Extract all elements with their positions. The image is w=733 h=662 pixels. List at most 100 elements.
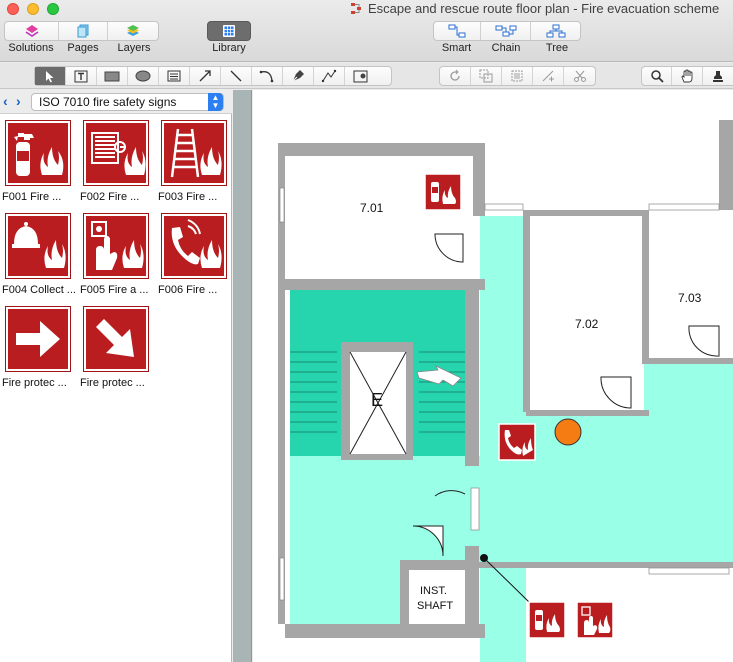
rotate-tool[interactable] (440, 67, 471, 85)
library-item-f003[interactable]: F003 Fire ... (158, 120, 236, 211)
freehand-tool[interactable] (314, 67, 345, 85)
library-item-f005[interactable]: F005 Fire a ... (80, 213, 158, 304)
library-item-f002[interactable]: F002 Fire ... (80, 120, 158, 211)
pen-nib-icon (292, 70, 304, 82)
library-button[interactable] (207, 21, 251, 41)
stamp-icon (712, 71, 723, 82)
pen-tool[interactable] (283, 67, 314, 85)
library-item-f001[interactable]: F001 Fire ... (2, 120, 80, 211)
shaft-label-line-2: SHAFT (417, 600, 453, 612)
app-window: Escape and rescue route floor plan - Fir… (0, 0, 733, 662)
library-forward-arrow-icon[interactable]: › (16, 93, 21, 109)
container-tool[interactable] (159, 67, 190, 85)
shaft-label-line-1: INST. (420, 585, 447, 597)
connector-mode-segmented-control (433, 21, 581, 41)
freehand-polyline-icon (321, 69, 337, 83)
solutions-button[interactable] (5, 22, 59, 40)
pan-tool[interactable] (672, 67, 703, 85)
close-window-button[interactable] (7, 3, 19, 15)
arrow-line-icon (199, 70, 211, 82)
tree-label: Tree (545, 42, 569, 54)
room-7-03 (649, 120, 719, 358)
library-item-f006[interactable]: F006 Fire ... (158, 213, 236, 304)
container-icon (167, 70, 181, 82)
arc-curve-icon (259, 70, 274, 83)
ungroup-tool[interactable] (502, 67, 533, 85)
layers-button[interactable] (108, 22, 158, 40)
zoom-window-button[interactable] (47, 3, 59, 15)
library-item-caption: F001 Fire ... (2, 191, 62, 203)
group-tool[interactable] (471, 67, 502, 85)
chain-connector-button[interactable] (481, 22, 531, 40)
orange-marker[interactable] (554, 418, 582, 446)
select-chevron-icon: ▲ ▼ (208, 93, 223, 111)
stair-letter: E (371, 390, 383, 410)
tree-connector-icon (546, 24, 565, 38)
fire-alarm-call-point-sign-icon (83, 213, 149, 279)
image-frame-icon (353, 70, 367, 82)
ellipse-tool[interactable] (128, 67, 159, 85)
line-tool[interactable] (221, 67, 252, 85)
placed-fire-extinguisher-sign[interactable] (424, 173, 462, 211)
placed-fire-telephone-sign[interactable] (498, 423, 536, 461)
rectangle-tool[interactable] (97, 67, 128, 85)
insert-image-tool[interactable] (345, 67, 376, 85)
library-item-f004[interactable]: F004 Collect ... (2, 213, 80, 304)
select-pointer-tool[interactable] (35, 67, 66, 85)
library-item-caption: F004 Collect ... (2, 284, 76, 296)
format-painter-tool[interactable] (703, 67, 733, 85)
zoom-tool[interactable] (642, 67, 673, 85)
callout-fire-alarm-sign[interactable] (576, 601, 614, 639)
minimize-window-button[interactable] (27, 3, 39, 15)
library-select-value: ISO 7010 fire safety signs (39, 95, 177, 109)
shape-operations-group (439, 66, 596, 86)
room-label-7-02: 7.02 (575, 317, 599, 331)
room-label-7-01: 7.01 (360, 201, 384, 215)
fire-ladder-sign-icon (161, 120, 227, 186)
drawing-canvas[interactable]: E 7.01 7.02 7.03 INST. SHAFT (253, 90, 733, 662)
library-item-direction-diagonal[interactable]: Fire protec ... (80, 306, 158, 397)
view-panels-segmented-control (4, 21, 159, 41)
fire-equipment-collection-sign-icon (5, 213, 71, 279)
fire-emergency-telephone-sign-icon (161, 213, 227, 279)
solutions-icon (25, 25, 38, 37)
title-bar: Escape and rescue route floor plan - Fir… (0, 0, 733, 62)
library-select[interactable]: ISO 7010 fire safety signs ▲ ▼ (31, 93, 224, 111)
straight-line-icon (230, 70, 242, 82)
library-item-caption: F005 Fire a ... (80, 284, 149, 296)
arc-tool[interactable] (252, 67, 283, 85)
library-item-caption: Fire protec ... (2, 377, 67, 389)
callout-dot (480, 554, 488, 562)
floor-plan-drawing: E 7.01 7.02 7.03 INST. SHAFT (278, 120, 733, 662)
library-item-caption: F003 Fire ... (158, 191, 218, 203)
window-title: Escape and rescue route floor plan - Fir… (368, 1, 720, 16)
library-item-caption: F006 Fire ... (158, 284, 218, 296)
line-arrow-tool[interactable] (190, 67, 221, 85)
library-item-direction-right[interactable]: Fire protec ... (2, 306, 80, 397)
inst-shaft (409, 570, 465, 624)
delete-point-tool[interactable] (564, 67, 595, 85)
direction-arrow-right-sign-icon (5, 306, 71, 372)
library-back-arrow-icon[interactable]: ‹ (3, 93, 8, 109)
view-tools-group (641, 66, 733, 86)
escape-corridor-horizontal (290, 456, 733, 568)
pages-button[interactable] (59, 22, 108, 40)
callout-fire-extinguisher-sign[interactable] (528, 601, 566, 639)
rotate-icon (450, 69, 460, 81)
pages-label: Pages (67, 42, 99, 54)
smart-connector-button[interactable] (434, 22, 481, 40)
smart-connector-icon (448, 24, 466, 38)
rectangle-icon (104, 71, 120, 81)
panel-splitter[interactable] (233, 90, 252, 662)
text-tool[interactable] (66, 67, 97, 85)
library-header: ‹ › ISO 7010 fire safety signs ▲ ▼ (0, 90, 232, 114)
library-item-caption: Fire protec ... (80, 377, 145, 389)
library-panel: ‹ › ISO 7010 fire safety signs ▲ ▼ F001 … (0, 90, 232, 662)
library-label: Library (212, 42, 246, 54)
tree-connector-button[interactable] (531, 22, 580, 40)
group-icon (479, 69, 493, 83)
add-point-tool[interactable] (533, 67, 564, 85)
smart-label: Smart (441, 42, 472, 54)
library-grid-icon (223, 25, 235, 37)
text-box-icon (74, 70, 88, 82)
